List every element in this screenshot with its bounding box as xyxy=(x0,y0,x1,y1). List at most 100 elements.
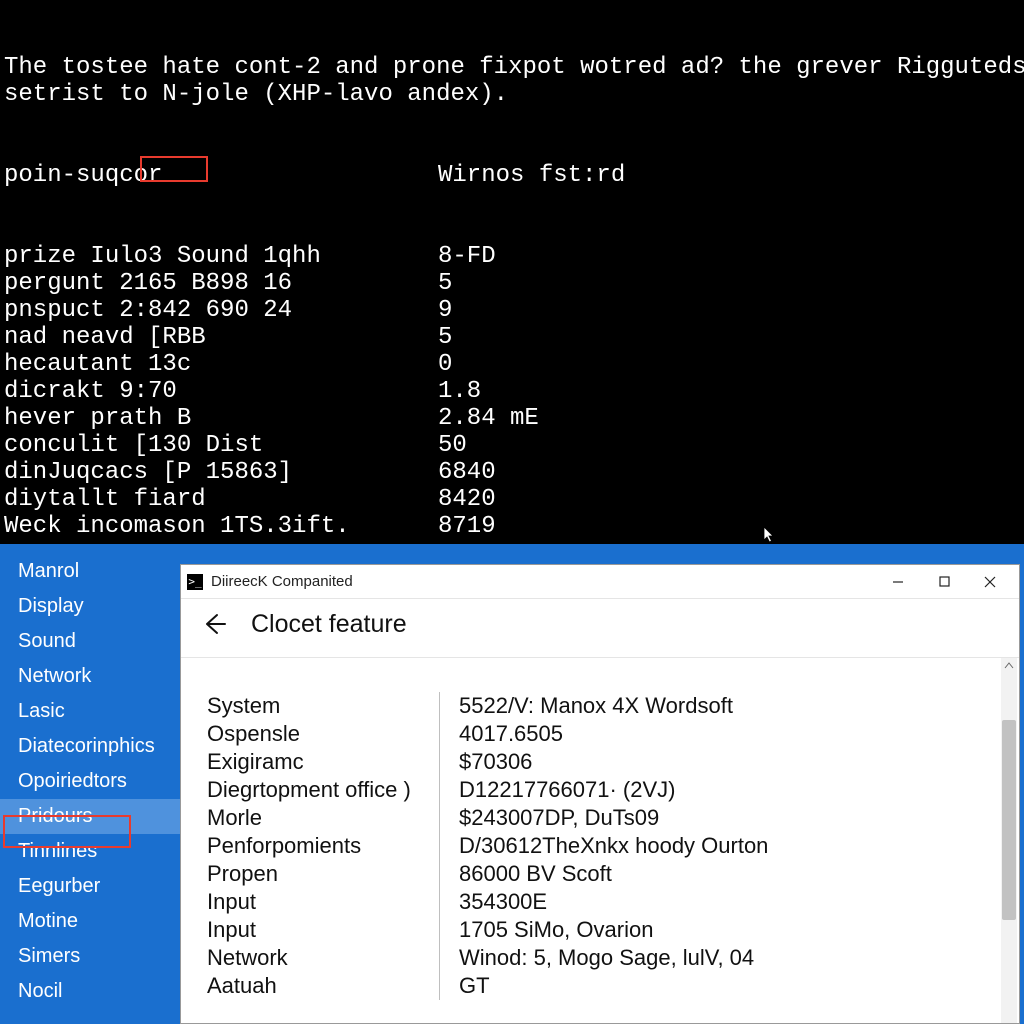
maximize-icon xyxy=(939,576,950,587)
info-row: Diegrtopment office )D12217766071· (2VJ) xyxy=(207,776,989,804)
info-value: 354300E xyxy=(443,889,547,915)
sidebar-item-label: Motine xyxy=(18,910,78,932)
minimize-icon xyxy=(892,576,904,588)
sidebar-item-label: Diatecorinphics xyxy=(18,735,155,757)
column-separator xyxy=(439,692,440,1000)
info-value: 5522/V: Manox 4X Wordsoft xyxy=(443,693,733,719)
terminal-row: pergunt 2165 B898 165 xyxy=(4,270,1020,297)
sidebar-item-label: Network xyxy=(18,665,91,687)
sidebar-item[interactable]: Diatecorinphics xyxy=(0,729,180,764)
terminal-cell-val: 1.8 xyxy=(438,378,481,405)
info-row: Propen86000 BV Scoft xyxy=(207,860,989,888)
sidebar-item[interactable]: Pridours xyxy=(0,799,180,834)
info-value: $243007DP, DuTs09 xyxy=(443,805,659,831)
terminal-row: hever prath B2.84 mE xyxy=(4,405,1020,432)
scroll-region: System5522/V: Manox 4X WordsoftOspensle4… xyxy=(181,657,1019,1023)
info-value: GT xyxy=(443,973,490,999)
terminal-row: dicrakt 9:701.8 xyxy=(4,378,1020,405)
sidebar-item[interactable]: Eegurber xyxy=(0,869,180,904)
scrollbar[interactable] xyxy=(1001,658,1017,1023)
sidebar-item[interactable]: Tinnlines xyxy=(0,834,180,869)
info-value: 1705 SiMo, Ovarion xyxy=(443,917,653,943)
info-value: D12217766071· (2VJ) xyxy=(443,777,675,803)
sidebar: Manrol Display Sound Network Lasic Diatecorin… xyxy=(0,544,180,1024)
sidebar-item[interactable]: Opoiriedtors xyxy=(0,764,180,799)
minimize-button[interactable] xyxy=(875,567,921,597)
back-arrow-icon xyxy=(201,611,227,637)
info-row: Ospensle4017.6505 xyxy=(207,720,989,748)
info-value: $70306 xyxy=(443,749,532,775)
back-button[interactable] xyxy=(199,609,229,639)
app-window: >_ DiireecK Companited xyxy=(180,564,1020,1024)
info-row: Input354300E xyxy=(207,888,989,916)
scroll-thumb[interactable] xyxy=(1002,720,1016,920)
info-row: System5522/V: Manox 4X Wordsoft xyxy=(207,692,989,720)
close-icon xyxy=(984,576,996,588)
info-key: Morle xyxy=(207,805,443,831)
chevron-up-icon xyxy=(1004,661,1014,671)
window-title: DiireecK Companited xyxy=(211,573,353,590)
page-header: Clocet feature xyxy=(181,599,1019,657)
scroll-up-button[interactable] xyxy=(1002,658,1016,674)
sidebar-item-label: Tinnlines xyxy=(18,840,97,862)
terminal-header-c1: Wirnos fst:rd xyxy=(438,162,625,189)
terminal-row: hecautant 13c0 xyxy=(4,351,1020,378)
sidebar-item[interactable]: Display xyxy=(0,589,180,624)
terminal-cell-key: diytallt fiard xyxy=(4,486,438,513)
sidebar-item-label: Manrol xyxy=(18,560,79,582)
info-key: Input xyxy=(207,917,443,943)
terminal-cell-key: dinJuqcacs [P 15863] xyxy=(4,459,438,486)
sidebar-item[interactable]: Nocil xyxy=(0,974,180,1009)
terminal-row: pnspuct 2:842 690 249 xyxy=(4,297,1020,324)
info-value: Winod: 5, Mogo Sage, lulV, 04 xyxy=(443,945,754,971)
sidebar-item-label: Display xyxy=(18,595,84,617)
sidebar-item[interactable]: Sound xyxy=(0,624,180,659)
terminal-cell-key: Weck incomason 1TS.3ift. xyxy=(4,513,438,540)
sidebar-item[interactable]: Motine xyxy=(0,904,180,939)
info-key: System xyxy=(207,693,443,719)
terminal-row: diytallt fiard8420 xyxy=(4,486,1020,513)
terminal-row: nad neavd [RBB5 xyxy=(4,324,1020,351)
sidebar-item[interactable]: Manrol xyxy=(0,554,180,589)
close-button[interactable] xyxy=(967,567,1013,597)
terminal-row: dinJuqcacs [P 15863]6840 xyxy=(4,459,1020,486)
maximize-button[interactable] xyxy=(921,567,967,597)
info-key: Propen xyxy=(207,861,443,887)
sidebar-item[interactable]: Simers xyxy=(0,939,180,974)
page-title: Clocet feature xyxy=(251,610,407,639)
info-row: NetworkWinod: 5, Mogo Sage, lulV, 04 xyxy=(207,944,989,972)
sidebar-item[interactable]: Lasic xyxy=(0,694,180,729)
terminal-intro: The tostee hate cont-2 and prone fixpot … xyxy=(4,54,1020,108)
terminal-cell-val: 8-FD xyxy=(438,243,496,270)
info-row: Morle$243007DP, DuTs09 xyxy=(207,804,989,832)
terminal-cell-val: 0 xyxy=(438,351,452,378)
terminal-row: conculit [130 Dist50 xyxy=(4,432,1020,459)
info-key: Input xyxy=(207,889,443,915)
sidebar-item-label: Simers xyxy=(18,945,80,967)
sidebar-item[interactable]: Network xyxy=(0,659,180,694)
terminal-pane[interactable]: The tostee hate cont-2 and prone fixpot … xyxy=(0,0,1024,544)
terminal-cell-val: 5 xyxy=(438,270,452,297)
terminal-cell-val: 50 xyxy=(438,432,467,459)
terminal-cell-key: pnspuct 2:842 690 24 xyxy=(4,297,438,324)
terminal-cell-key: hever prath B xyxy=(4,405,438,432)
terminal-cell-key: conculit [130 Dist xyxy=(4,432,438,459)
terminal-cell-key: dicrakt 9:70 xyxy=(4,378,438,405)
terminal-row: Weck incomason 1TS.3ift.8719 xyxy=(4,513,1020,540)
terminal-cell-val: 2.84 mE xyxy=(438,405,539,432)
terminal-row: prize Iulo3 Sound 1qhh8-FD xyxy=(4,243,1020,270)
sidebar-item-label: Opoiriedtors xyxy=(18,770,127,792)
info-key: Network xyxy=(207,945,443,971)
titlebar[interactable]: >_ DiireecK Companited xyxy=(181,565,1019,599)
info-row: Exigiramc$70306 xyxy=(207,748,989,776)
info-row: PenforpomientsD/30612TheXnkx hoody Ourto… xyxy=(207,832,989,860)
info-key: Diegrtopment office ) xyxy=(207,777,443,803)
settings-pane: Manrol Display Sound Network Lasic Diatecorin… xyxy=(0,544,1024,1024)
sidebar-item-label: Nocil xyxy=(18,980,62,1002)
terminal-header-row: poin-suqcor Wirnos fst:rd xyxy=(4,162,1020,189)
content-area: >_ DiireecK Companited xyxy=(180,544,1024,1024)
terminal-cell-key: pergunt 2165 B898 16 xyxy=(4,270,438,297)
info-key: Ospensle xyxy=(207,721,443,747)
app-icon: >_ xyxy=(187,574,203,590)
terminal-cell-val: 8420 xyxy=(438,486,496,513)
